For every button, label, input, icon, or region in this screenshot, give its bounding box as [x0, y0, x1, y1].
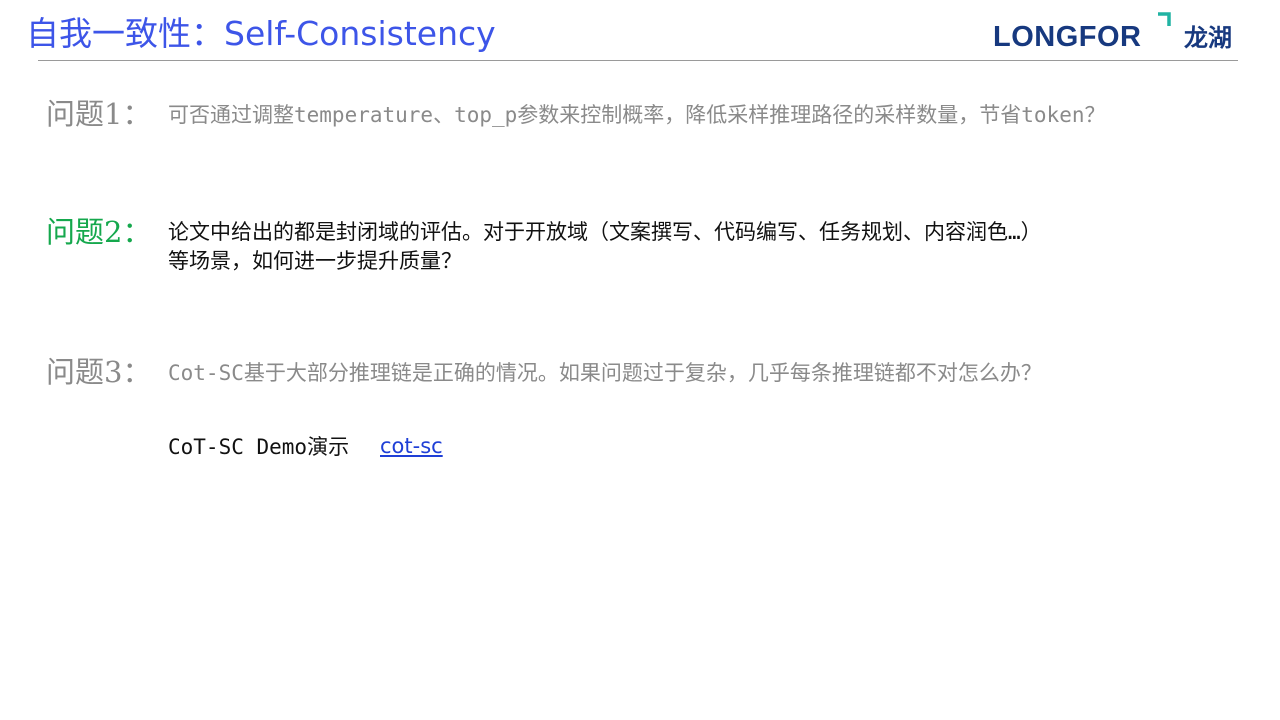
question-1-label: 问题1： [46, 97, 152, 131]
question-2-line-2: 等场景，如何进一步提升质量？ [168, 249, 462, 273]
question-1-line-1: 可否通过调整temperature、top_p参数来控制概率，降低采样推理路径的… [168, 103, 1106, 127]
demo-label: CoT-SC Demo演示 [168, 435, 350, 459]
longfor-logo: LONGFOR 龙湖 [993, 10, 1243, 56]
question-3-label: 问题3： [46, 355, 152, 389]
slide-title: 自我一致性：Self-Consistency [26, 14, 496, 53]
question-2-label: 问题2： [46, 215, 152, 249]
question-2-text: 论文中给出的都是封闭域的评估。对于开放域（文案撰写、代码编写、任务规划、内容润色… [168, 218, 1042, 276]
question-3-text: Cot-SC基于大部分推理链是正确的情况。如果问题过于复杂，几乎每条推理链都不对… [168, 359, 1042, 388]
title-divider [38, 60, 1238, 61]
logo-text: LONGFOR [993, 21, 1142, 53]
logo-accent-mark [1158, 12, 1171, 26]
logo-cn-text: 龙湖 [1184, 24, 1232, 52]
question-1-text: 可否通过调整temperature、top_p参数来控制概率，降低采样推理路径的… [168, 101, 1106, 130]
question-3-line-1: Cot-SC基于大部分推理链是正确的情况。如果问题过于复杂，几乎每条推理链都不对… [168, 361, 1042, 385]
question-2-line-1: 论文中给出的都是封闭域的评估。对于开放域（文案撰写、代码编写、任务规划、内容润色… [168, 220, 1042, 244]
demo-link[interactable]: cot-sc [380, 432, 443, 461]
